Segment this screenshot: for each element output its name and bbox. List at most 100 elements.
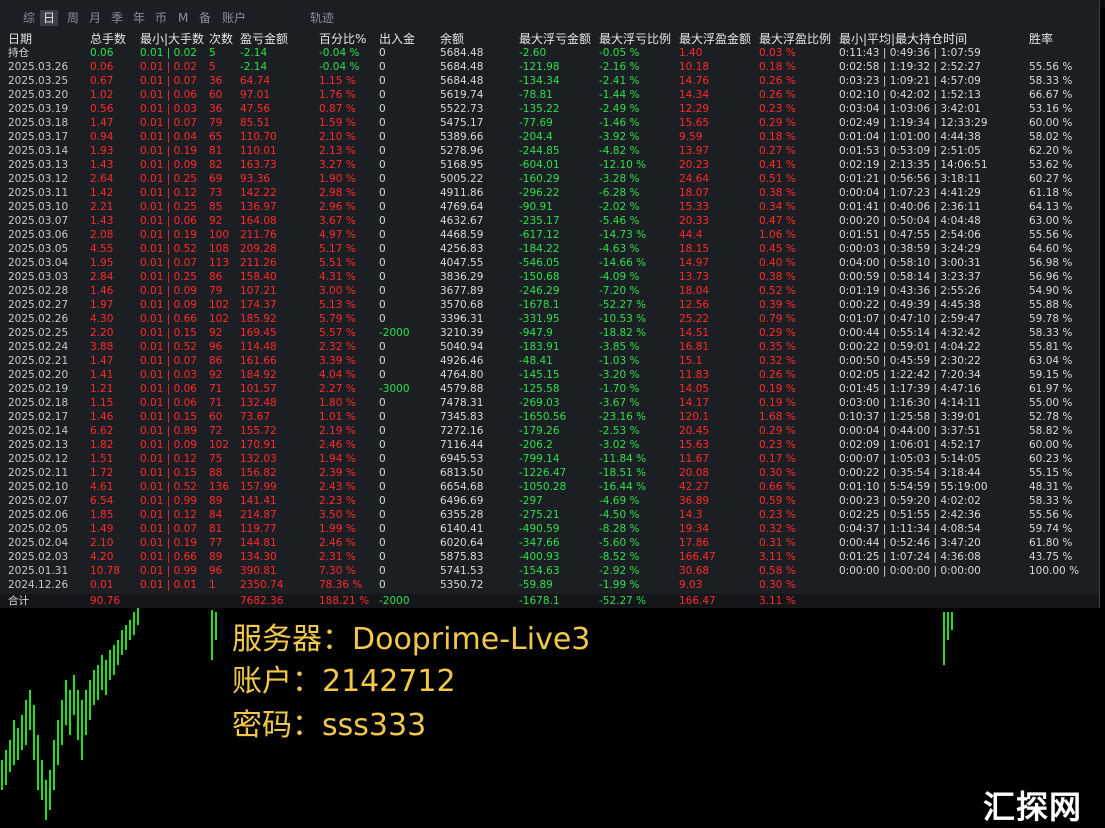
header-maxflpct[interactable]: 最大浮亏比例 [599,32,671,46]
cell-minmax: 0.01 | 0.06 [140,215,197,227]
table-row[interactable]: 2025.02.18 1.15 0.01 | 0.06 71 132.48 1.80 % 0… [0,396,1099,410]
table-row[interactable]: 2025.02.10 4.61 0.01 | 0.52 136 157.99 2.43 %… [0,480,1099,494]
header-maxfl[interactable]: 最大浮亏金额 [519,32,591,46]
cell-pnl: 93.36 [240,173,271,185]
table-row[interactable]: 2025.03.20 1.02 0.01 | 0.06 60 97.01 1.76 % 0 5… [0,88,1099,102]
cell-flow: 0 [379,257,386,269]
header-date[interactable]: 日期 [8,32,32,46]
cell-count: 113 [209,257,230,269]
table-row[interactable]: 2025.03.04 1.95 0.01 | 0.07 113 211.26 5.51 %… [0,256,1099,270]
table-row[interactable]: 2025.03.05 4.55 0.01 | 0.52 108 209.28 5.17 %… [0,242,1099,256]
table-row[interactable]: 2025.02.14 6.62 0.01 | 0.89 72 155.72 2.19 % 0… [0,424,1099,438]
cell-maxfl: -135.22 [519,103,560,115]
header-maxfp[interactable]: 最大浮盈金额 [679,32,751,46]
cell-lots: 1.93 [90,145,114,157]
cell-maxflpct: -8.28 % [599,523,640,535]
cell-lots: 1.47 [90,355,114,367]
cell-maxflpct: -14.73 % [599,229,647,241]
table-row[interactable]: 2025.03.13 1.43 0.01 | 0.09 82 163.73 3.27 % 0… [0,158,1099,172]
cell-maxfppct: 0.35 % [759,341,796,353]
cell-maxfppct: 0.30 % [759,579,796,591]
table-row[interactable]: 2025.02.25 2.20 0.01 | 0.15 92 169.45 5.57 % -… [0,326,1099,340]
cell-minmax: 0.01 | 0.07 [140,355,197,367]
table-row[interactable]: 2025.03.03 2.84 0.01 | 0.25 86 158.40 4.31 % 0… [0,270,1099,284]
table-row[interactable]: 2025.02.13 1.82 0.01 | 0.09 102 170.91 2.46 %… [0,438,1099,452]
tab-9[interactable]: 账户 [219,10,249,26]
cell-pct: 2.23 % [319,495,356,507]
cell-date: 2025.02.07 [8,495,69,507]
table-row[interactable]: 2025.02.07 6.54 0.01 | 0.99 89 141.41 2.23 % 0… [0,494,1099,508]
cell-maxfp: 120.1 [679,411,710,423]
tab-0[interactable]: 综 [20,10,38,26]
cell-maxflpct: -3.28 % [599,173,640,185]
tab-2[interactable]: 周 [64,10,82,26]
table-row[interactable]: 2025.02.06 1.85 0.01 | 0.12 84 214.87 3.50 % 0… [0,508,1099,522]
tab-1[interactable]: 日 [40,10,59,26]
cell-pnl: 161.66 [240,355,277,367]
cell-flow: 0 [379,103,386,115]
table-row[interactable]: 2025.02.27 1.97 0.01 | 0.09 102 174.37 5.13 %… [0,298,1099,312]
cell-times: 0:02:49 | 1:19:34 | 12:33:29 [839,117,988,129]
table-row[interactable]: 2025.03.14 1.93 0.01 | 0.19 81 110.01 2.13 % 0… [0,144,1099,158]
tab-8[interactable]: 备 [196,10,214,26]
table-row[interactable]: 2025.03.18 1.47 0.01 | 0.07 79 85.51 1.59 % 0 5… [0,116,1099,130]
table-row[interactable]: 2025.03.26 0.06 0.01 | 0.02 5 -2.14 -0.04 % 0 5… [0,60,1099,74]
header-flow[interactable]: 出入金 [379,32,415,46]
table-row[interactable]: 2025.03.07 1.43 0.01 | 0.06 92 164.08 3.67 % 0… [0,214,1099,228]
table-row[interactable]: 2025.02.19 1.21 0.01 | 0.06 71 101.57 2.27 % -… [0,382,1099,396]
tab-7[interactable]: M [175,10,191,26]
table-row[interactable]: 2025.02.26 4.30 0.01 | 0.66 102 185.92 5.79 %… [0,312,1099,326]
header-count[interactable]: 次数 [209,32,233,46]
table-row[interactable]: 2025.01.31 10.78 0.01 | 0.99 96 390.81 7.30 %… [0,564,1099,578]
table-row[interactable]: 2025.02.11 1.72 0.01 | 0.15 88 156.82 2.39 % 0… [0,466,1099,480]
table-row[interactable]: 2025.03.12 2.64 0.01 | 0.25 69 93.36 1.90 % 0 5… [0,172,1099,186]
cell-maxfl: -154.63 [519,565,560,577]
cell-maxfppct: 0.30 % [759,467,796,479]
table-row[interactable]: 2025.02.17 1.46 0.01 | 0.15 60 73.67 1.01 % 0 7… [0,410,1099,424]
table-row[interactable]: 2025.03.17 0.94 0.01 | 0.04 65 110.70 2.10 % 0… [0,130,1099,144]
table-row[interactable]: 2025.02.04 2.10 0.01 | 0.19 77 144.81 2.46 % 0… [0,536,1099,550]
cell-minmax: 0.01 | 0.12 [140,187,197,199]
table-row[interactable]: 2025.03.11 1.42 0.01 | 0.12 73 142.22 2.98 % 0… [0,186,1099,200]
header-pnl[interactable]: 盈亏金额 [240,32,288,46]
table-row[interactable]: 2025.03.06 2.08 0.01 | 0.19 100 211.76 4.97 %… [0,228,1099,242]
table-row[interactable]: 2024.12.26 0.01 0.01 | 0.01 1 2350.74 78.36 %… [0,578,1099,592]
tab-4[interactable]: 季 [108,10,126,26]
header-pct[interactable]: 百分比% [319,32,366,46]
cell-minmax: 0.01 | 0.19 [140,145,197,157]
cell-balance: 3396.31 [440,313,484,325]
cell-win: 64.13 % [1029,201,1073,213]
cell-pnl: -2.14 [240,47,268,59]
cell-count: 102 [209,299,230,311]
table-row[interactable]: 2025.02.20 1.41 0.01 | 0.03 92 184.92 4.04 % 0… [0,368,1099,382]
table-row[interactable]: 2025.02.21 1.47 0.01 | 0.07 86 161.66 3.39 % 0… [0,354,1099,368]
cell-maxfppct: 0.26 % [759,89,796,101]
table-row[interactable]: 持仓 0.06 0.01 | 0.02 5 -2.14 -0.04 % 0 5684.48 -2… [0,46,1099,60]
tab-10[interactable]: 轨迹 [307,10,337,26]
tab-3[interactable]: 月 [86,10,104,26]
cell-maxfp: 166.47 [679,551,716,563]
table-row[interactable]: 2025.02.28 1.46 0.01 | 0.09 79 107.21 3.00 % 0… [0,284,1099,298]
cell-flow: 0 [379,117,386,129]
table-row[interactable]: 2025.03.10 2.21 0.01 | 0.25 85 136.97 2.96 % 0… [0,200,1099,214]
cell-minmax: 0.01 | 0.07 [140,257,197,269]
cell-flow: 0 [379,215,386,227]
header-minmax[interactable]: 最小|大手数 [140,32,204,46]
cell-pct: 2.39 % [319,467,356,479]
table-row[interactable]: 2025.02.03 4.20 0.01 | 0.66 89 134.30 2.31 % 0… [0,550,1099,564]
header-balance[interactable]: 余额 [440,32,464,46]
header-maxfppct[interactable]: 最大浮盈比例 [759,32,831,46]
cell-lots: 1.15 [90,397,114,409]
table-row[interactable]: 2025.02.05 1.49 0.01 | 0.07 81 119.77 1.99 % 0… [0,522,1099,536]
table-row[interactable]: 2025.03.25 0.67 0.01 | 0.07 36 64.74 1.15 % 0 5… [0,74,1099,88]
tab-5[interactable]: 年 [130,10,148,26]
tab-6[interactable]: 币 [152,10,170,26]
table-row[interactable]: 2025.02.12 1.51 0.01 | 0.12 75 132.03 1.94 % 0… [0,452,1099,466]
table-row[interactable]: 2025.03.19 0.56 0.01 | 0.03 36 47.56 0.87 % 0 5… [0,102,1099,116]
table-row[interactable]: 2025.02.24 3.88 0.01 | 0.52 96 114.48 2.32 % 0… [0,340,1099,354]
cell-date: 2025.03.19 [8,103,69,115]
cell-maxfp: 18.07 [679,187,710,199]
header-lots[interactable]: 总手数 [90,32,126,46]
header-win[interactable]: 胜率 [1029,32,1053,46]
header-times[interactable]: 最小|平均|最大持仓时间 [839,32,967,46]
